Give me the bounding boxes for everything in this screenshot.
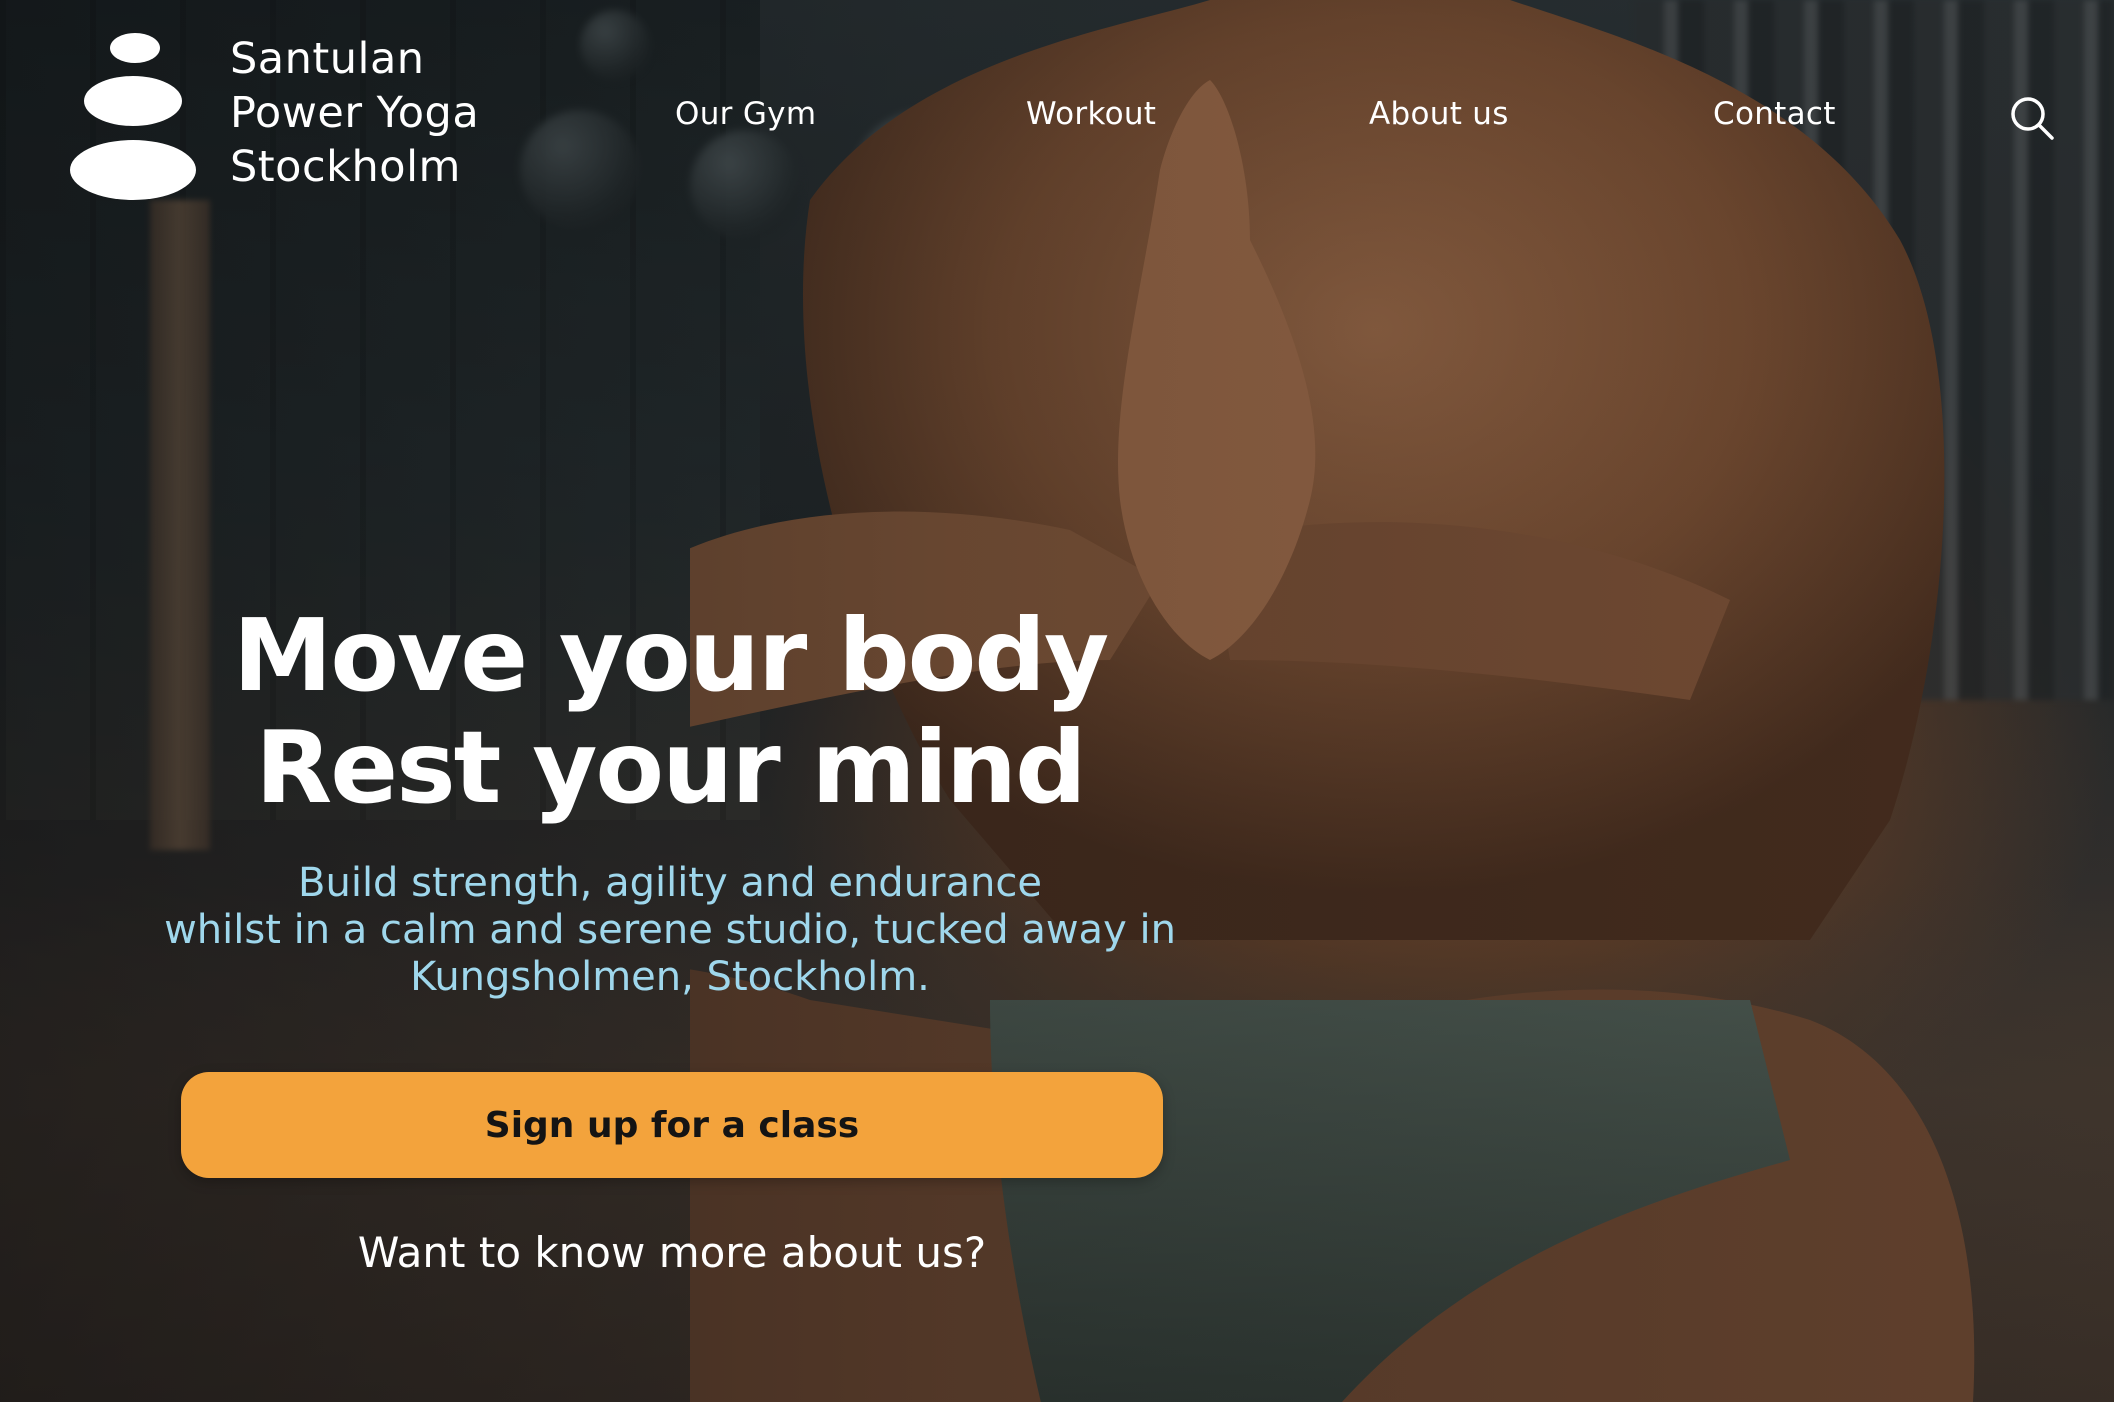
hero-subtitle-line: whilst in a calm and serene studio, tuck… (164, 907, 1176, 953)
hero-headline-line: Move your body (232, 597, 1109, 714)
hero-subtitle: Build strength, agility and endurance wh… (140, 860, 1200, 1001)
search-icon[interactable] (2008, 94, 2056, 142)
hero-section: Move your body Rest your mind Build stre… (140, 600, 1200, 1001)
hero-headline-line: Rest your mind (255, 709, 1086, 826)
sign-up-button[interactable]: Sign up for a class (181, 1072, 1163, 1178)
brand-name-line: Santulan (230, 34, 425, 84)
nav-item-contact[interactable]: Contact (1713, 96, 1836, 132)
nav-item-workout[interactable]: Workout (1026, 96, 1156, 132)
nav-item-our-gym[interactable]: Our Gym (675, 96, 816, 132)
brand-name-line: Stockholm (230, 142, 461, 192)
hero-subtitle-line: Kungsholmen, Stockholm. (410, 954, 930, 1000)
nav-item-about-us[interactable]: About us (1369, 96, 1509, 132)
hero-subtitle-line: Build strength, agility and endurance (298, 860, 1042, 906)
main-nav: Our Gym Workout About us Contact (0, 96, 2114, 142)
hero-headline: Move your body Rest your mind (140, 600, 1200, 824)
landing-page: Santulan Power Yoga Stockholm Our Gym Wo… (0, 0, 2114, 1402)
learn-more-link[interactable]: Want to know more about us? (181, 1228, 1163, 1277)
